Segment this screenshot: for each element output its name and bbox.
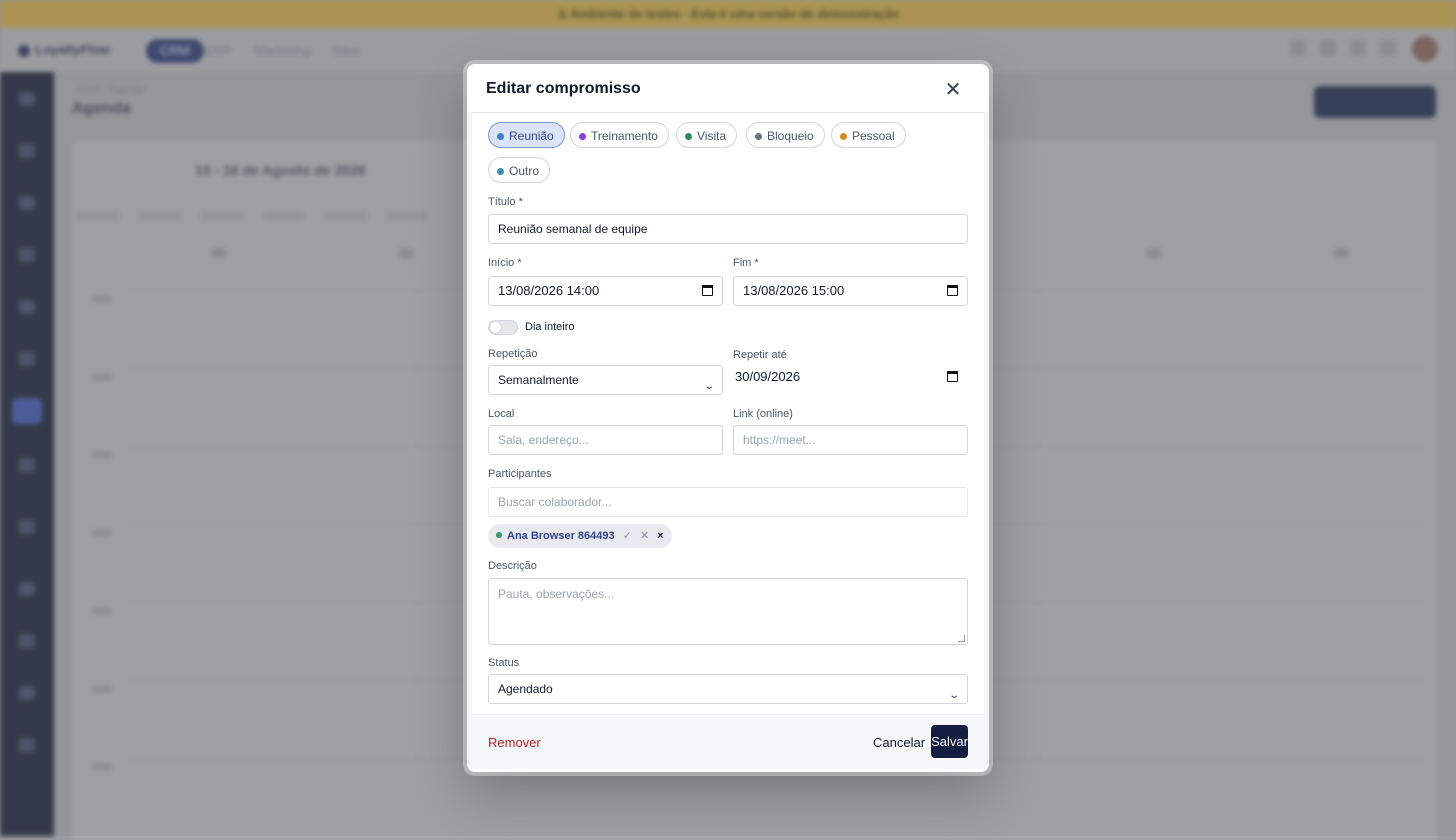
- modal-footer: Remover Cancelar Salvar: [472, 714, 984, 769]
- modal-header: Editar compromisso ✕: [467, 64, 989, 113]
- accept-icon[interactable]: ✓: [623, 530, 632, 542]
- calendar-icon[interactable]: [947, 371, 958, 382]
- link-label: Link (online): [733, 408, 793, 420]
- type-dot: [840, 133, 847, 140]
- type-chip-treinamento[interactable]: Treinamento: [570, 122, 669, 148]
- save-button[interactable]: Salvar: [931, 725, 968, 758]
- type-dot: [497, 168, 504, 175]
- all-day-label: Dia inteiro: [525, 321, 575, 333]
- calendar-icon[interactable]: [702, 285, 713, 296]
- close-icon[interactable]: ✕: [941, 78, 965, 102]
- resize-handle[interactable]: [958, 635, 965, 642]
- title-label: Título *: [488, 196, 523, 208]
- participant-name: Ana Browser 864493: [507, 530, 615, 542]
- participant-chip: Ana Browser 864493 ✓ ✕ ×: [488, 524, 672, 548]
- start-datetime-input[interactable]: 13/08/2026 14:00: [488, 276, 723, 306]
- toggle-knob: [490, 322, 501, 333]
- all-day-toggle[interactable]: [488, 320, 518, 335]
- modal-title: Editar compromisso: [486, 80, 641, 97]
- type-chip-pessoal[interactable]: Pessoal: [831, 122, 906, 148]
- type-dot: [685, 133, 692, 140]
- link-input[interactable]: https://meet...: [733, 425, 968, 455]
- repeat-select[interactable]: Semanalmente ⌄: [488, 365, 723, 395]
- remove-participant-icon[interactable]: ×: [657, 530, 663, 542]
- chevron-down-icon: ⌄: [947, 690, 960, 701]
- type-dot: [755, 133, 762, 140]
- type-dot: [579, 133, 586, 140]
- type-chip-visita[interactable]: Visita: [676, 122, 738, 148]
- type-chip-reuniao[interactable]: Reunião: [488, 122, 565, 148]
- type-chip-bloqueio[interactable]: Bloqueio: [746, 122, 825, 148]
- status-select[interactable]: Agendado ⌄: [488, 674, 968, 704]
- type-chip-outro[interactable]: Outro: [488, 157, 551, 183]
- status-dot: [496, 532, 502, 538]
- description-textarea[interactable]: Pauta, observações...: [488, 578, 968, 645]
- location-label: Local: [488, 408, 515, 420]
- status-label: Status: [488, 657, 520, 669]
- modal-edge: [467, 112, 472, 772]
- participant-search-input[interactable]: Buscar colaborador...: [488, 487, 968, 517]
- cancel-button[interactable]: Cancelar: [873, 735, 925, 750]
- description-label: Descrição: [488, 560, 537, 572]
- start-label: Início *: [488, 257, 522, 269]
- edit-appointment-modal: Editar compromisso ✕ Reunião Treinamento…: [467, 64, 989, 772]
- repeat-until-label: Repetir até: [733, 349, 787, 361]
- chevron-down-icon: ⌄: [702, 381, 715, 392]
- repeat-label: Repetição: [488, 348, 538, 360]
- participants-label: Participantes: [488, 468, 552, 480]
- repeat-until-date-input[interactable]: 30/09/2026: [733, 362, 968, 392]
- end-datetime-input[interactable]: 13/08/2026 15:00: [733, 276, 968, 306]
- end-label: Fim *: [733, 257, 759, 269]
- remove-button[interactable]: Remover: [488, 735, 541, 750]
- location-input[interactable]: Sala, endereço...: [488, 425, 723, 455]
- title-input[interactable]: Reunião semanal de equipe: [488, 214, 968, 244]
- modal-edge: [984, 112, 989, 772]
- decline-icon[interactable]: ✕: [640, 530, 649, 542]
- type-dot: [497, 133, 504, 140]
- calendar-icon[interactable]: [947, 285, 958, 296]
